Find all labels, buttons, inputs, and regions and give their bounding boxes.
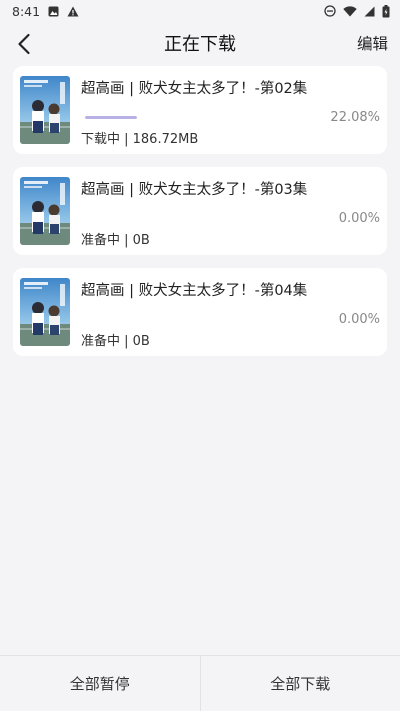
- status-bar: 8:41: [0, 0, 400, 22]
- episode-thumbnail: [20, 278, 70, 346]
- download-item[interactable]: 超高画 | 败犬女主太多了！-第02集 22.08% 下载中 | 186.72M…: [13, 66, 387, 154]
- download-item[interactable]: 超高画 | 败犬女主太多了！-第03集 0.00% 准备中 | 0B: [13, 167, 387, 255]
- chevron-left-icon: [18, 33, 30, 55]
- progress-percent: 22.08%: [330, 110, 380, 125]
- cell-signal-icon: [364, 6, 375, 17]
- progress-percent: 0.00%: [338, 211, 380, 226]
- episode-thumbnail: [20, 177, 70, 245]
- episode-title: 超高画 | 败犬女主太多了！-第04集: [81, 283, 308, 299]
- back-button[interactable]: [10, 30, 38, 58]
- edit-button[interactable]: 编辑: [357, 32, 388, 54]
- episode-title: 超高画 | 败犬女主太多了！-第03集: [81, 182, 308, 198]
- download-item[interactable]: 超高画 | 败犬女主太多了！-第04集 0.00% 准备中 | 0B: [13, 268, 387, 356]
- status-time: 8:41: [12, 3, 41, 19]
- download-status: 准备中 | 0B: [81, 233, 150, 248]
- download-status: 下载中 | 186.72MB: [81, 132, 199, 147]
- warning-icon: [67, 6, 79, 17]
- progress-percent: 0.00%: [338, 312, 380, 327]
- battery-icon: [382, 4, 390, 18]
- download-status: 准备中 | 0B: [81, 334, 150, 349]
- wifi-icon: [343, 5, 357, 17]
- progress-fill: [85, 116, 137, 119]
- episode-title: 超高画 | 败犬女主太多了！-第02集: [81, 81, 308, 97]
- bottom-action-bar: 全部暂停 全部下载: [0, 655, 400, 711]
- pause-all-button[interactable]: 全部暂停: [0, 656, 200, 711]
- download-list: 超高画 | 败犬女主太多了！-第02集 22.08% 下载中 | 186.72M…: [13, 66, 387, 369]
- do-not-disturb-icon: [324, 5, 336, 17]
- episode-thumbnail: [20, 76, 70, 144]
- download-all-button[interactable]: 全部下载: [201, 656, 400, 711]
- photo-notification-icon: [48, 6, 59, 17]
- download-progress-bar: [85, 116, 137, 119]
- app-header: 正在下载 编辑: [0, 22, 400, 64]
- page-title: 正在下载: [164, 34, 236, 55]
